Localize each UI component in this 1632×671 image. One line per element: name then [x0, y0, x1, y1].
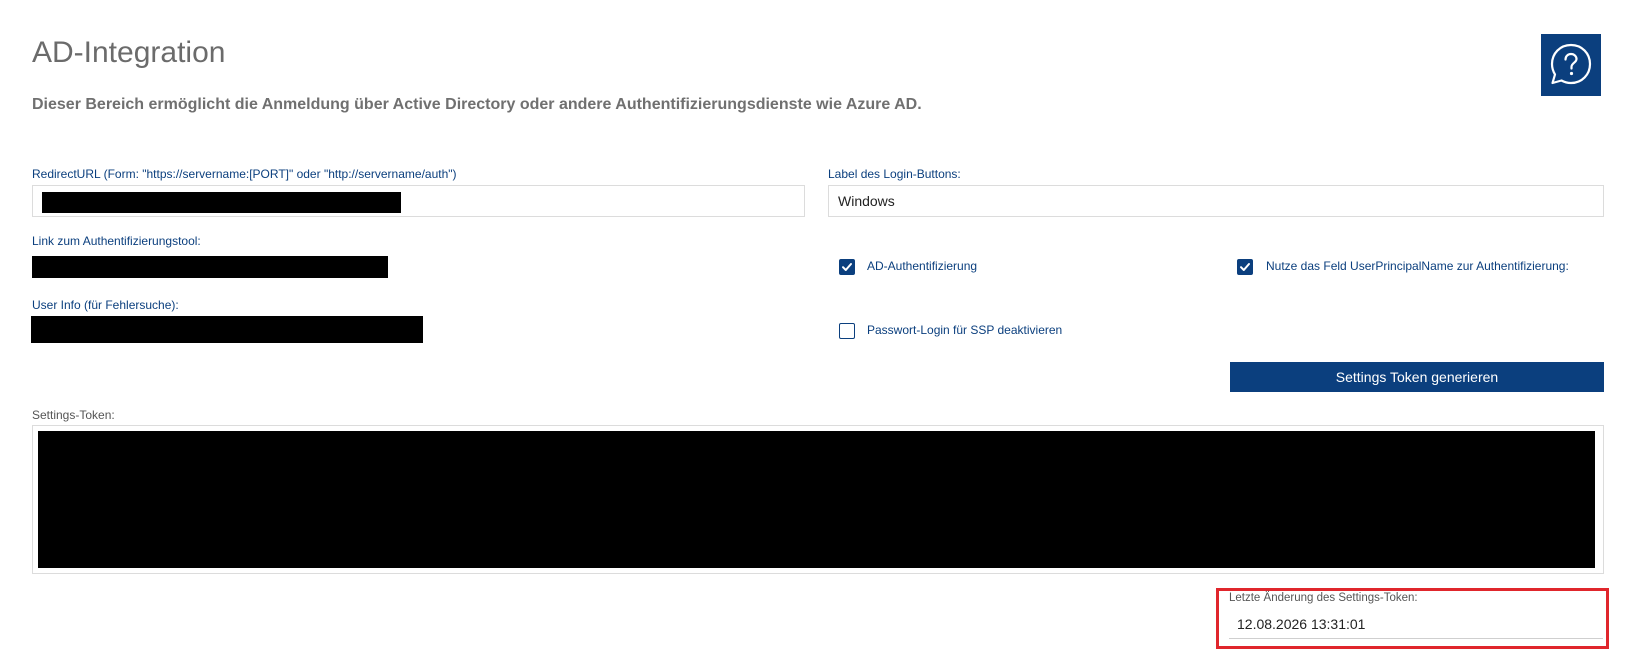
last-change-label: Letzte Änderung des Settings-Token: [1229, 592, 1418, 604]
user-info-label: User Info (für Fehlersuche): [32, 298, 179, 312]
question-speech-bubble-icon [1550, 43, 1592, 85]
redirect-url-label: RedirectURL (Form: "https://servername:[… [32, 167, 457, 181]
ad-auth-checkbox[interactable] [839, 259, 855, 275]
upn-label[interactable]: Nutze das Feld UserPrincipalName zur Aut… [1266, 259, 1569, 273]
disable-password-login-checkbox[interactable] [839, 323, 855, 339]
upn-checkbox[interactable] [1237, 259, 1253, 275]
login-button-label-value: Windows [838, 193, 895, 209]
help-button[interactable] [1541, 34, 1601, 96]
settings-token-textarea[interactable] [32, 425, 1604, 574]
auth-tool-link-value[interactable] [32, 256, 388, 278]
user-info-value[interactable] [31, 316, 423, 343]
redirect-url-input[interactable] [32, 185, 805, 217]
generate-settings-token-button[interactable]: Settings Token generieren [1230, 362, 1604, 392]
settings-token-label: Settings-Token: [32, 408, 115, 422]
login-button-label-input[interactable]: Windows [828, 185, 1604, 217]
disable-password-login-label[interactable]: Passwort-Login für SSP deaktivieren [867, 323, 1062, 337]
checkmark-icon [1240, 263, 1250, 271]
page-description: Dieser Bereich ermöglicht die Anmeldung … [32, 96, 922, 113]
redacted-token [38, 431, 1595, 568]
last-change-value: 12.08.2026 13:31:01 [1237, 616, 1366, 632]
login-button-label-label: Label des Login-Buttons: [828, 167, 961, 181]
ad-auth-label[interactable]: AD-Authentifizierung [867, 259, 977, 273]
page-title: AD-Integration [32, 36, 226, 69]
auth-tool-link-label: Link zum Authentifizierungstool: [32, 234, 201, 248]
checkmark-icon [842, 263, 852, 271]
redacted-value [42, 192, 401, 213]
last-change-underline [1229, 638, 1603, 639]
